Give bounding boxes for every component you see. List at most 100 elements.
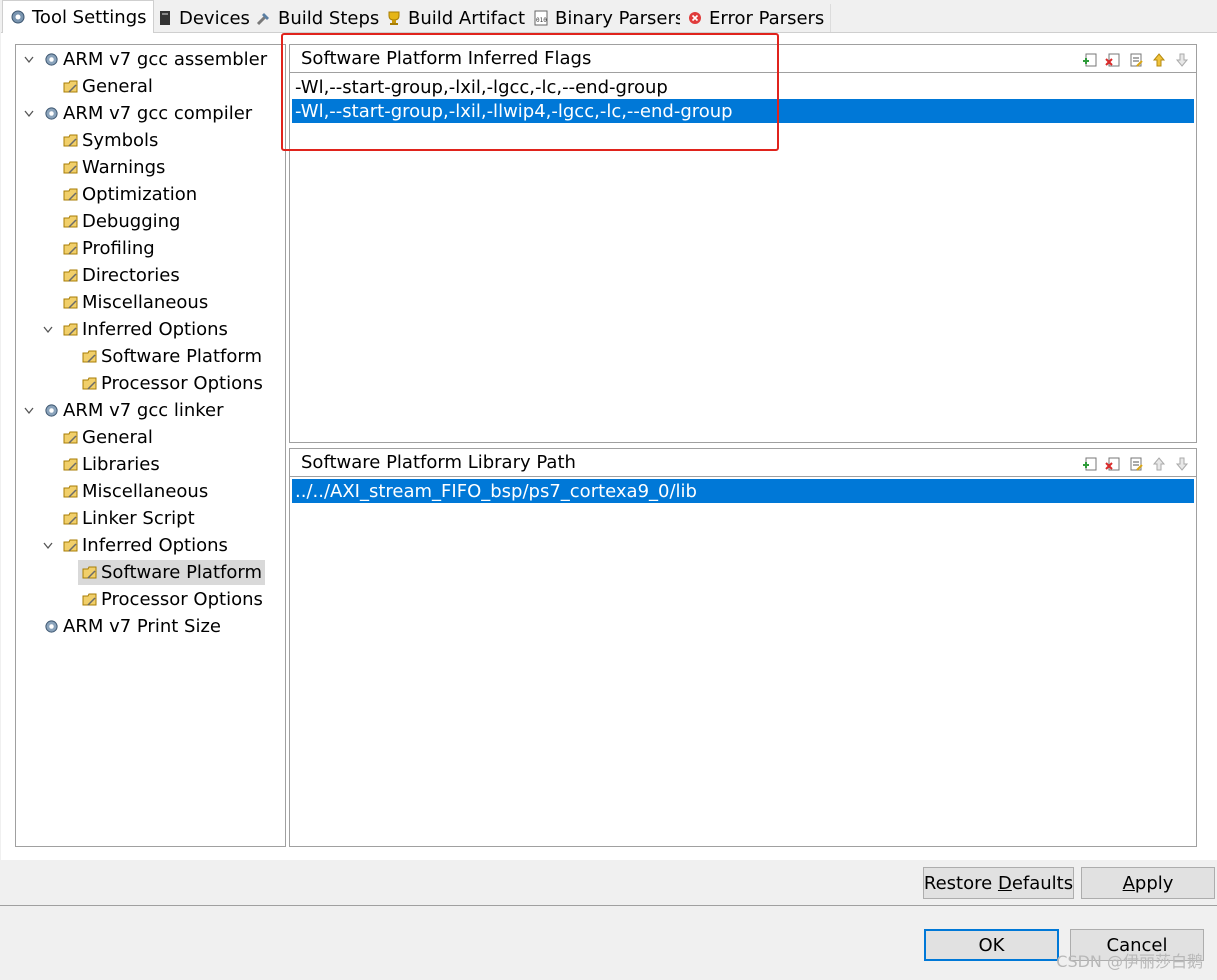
move-down-icon[interactable]: [1173, 455, 1190, 472]
tree-item[interactable]: ARM v7 gcc assembler: [40, 47, 270, 72]
ok-button[interactable]: OK: [924, 929, 1059, 961]
tree-item-label: ARM v7 gcc assembler: [63, 49, 268, 70]
ok-label: OK: [978, 934, 1005, 956]
tab-devices[interactable]: Devices: [150, 4, 257, 32]
option-category-icon: [62, 186, 79, 203]
option-category-icon: [62, 78, 79, 95]
tab-label: Binary Parsers: [555, 7, 685, 29]
tool-icon: [43, 51, 60, 68]
tree-item[interactable]: Symbols: [59, 128, 161, 153]
tree-item[interactable]: General: [59, 425, 156, 450]
inferred-flags-toolbar: [1081, 51, 1190, 68]
tab-build-artifact[interactable]: Build Artifact: [379, 4, 532, 32]
tree-item[interactable]: ARM v7 gcc linker: [40, 398, 227, 423]
option-category-icon: [62, 429, 79, 446]
option-category-icon: [62, 294, 79, 311]
tree-item[interactable]: Directories: [59, 263, 183, 288]
svg-text:010: 010: [536, 17, 547, 24]
tree-item-label: Miscellaneous: [82, 292, 209, 313]
option-category-icon: [62, 267, 79, 284]
tree-item-label: ARM v7 gcc linker: [63, 400, 224, 421]
edit-icon[interactable]: [1127, 51, 1144, 68]
error-icon: [686, 9, 704, 27]
tree-item[interactable]: Profiling: [59, 236, 158, 261]
tree-item[interactable]: ARM v7 gcc compiler: [40, 101, 255, 126]
tree-item-label: General: [82, 76, 153, 97]
option-category-icon: [62, 456, 79, 473]
tree-item[interactable]: Miscellaneous: [59, 290, 211, 315]
tool-icon: [43, 618, 60, 635]
option-category-icon: [81, 375, 98, 392]
tree-item-label: Libraries: [82, 454, 160, 475]
tree-item-label: Inferred Options: [82, 535, 228, 556]
tree-item-label: Directories: [82, 265, 180, 286]
delete-icon[interactable]: [1104, 455, 1121, 472]
tree-expander-icon[interactable]: [22, 53, 36, 67]
tree-item-label: Software Platform: [101, 346, 262, 367]
tree-item[interactable]: General: [59, 74, 156, 99]
move-up-icon[interactable]: [1150, 51, 1167, 68]
tree-item-label: General: [82, 427, 153, 448]
delete-icon[interactable]: [1104, 51, 1121, 68]
tree-item-label: Optimization: [82, 184, 198, 205]
tree-item-label: Processor Options: [101, 373, 263, 394]
tab-label: Build Steps: [278, 7, 380, 29]
tree-item[interactable]: ARM v7 Print Size: [40, 614, 224, 639]
tree-item[interactable]: Inferred Options: [59, 533, 231, 558]
build-steps-icon: [255, 9, 273, 27]
option-category-icon: [62, 159, 79, 176]
tool-icon: [43, 105, 60, 122]
library-path-title: Software Platform Library Path: [301, 452, 576, 473]
tree-expander-icon[interactable]: [41, 323, 55, 337]
tree-item[interactable]: Processor Options: [78, 587, 266, 612]
option-category-icon: [62, 537, 79, 554]
tree-item-label: Symbols: [82, 130, 159, 151]
tree-item-label: Warnings: [82, 157, 166, 178]
option-category-icon: [81, 591, 98, 608]
apply-label: Apply: [1122, 872, 1174, 894]
tree-item[interactable]: Software Platform: [78, 344, 265, 369]
option-category-icon: [62, 510, 79, 527]
tab-bar: Tool Settings Devices Build Steps Build …: [0, 0, 1217, 33]
option-category-icon: [62, 321, 79, 338]
tree-item[interactable]: Libraries: [59, 452, 163, 477]
list-item[interactable]: -Wl,--start-group,-lxil,-llwip4,-lgcc,-l…: [292, 99, 1194, 123]
inferred-flags-title: Software Platform Inferred Flags: [301, 48, 592, 69]
tree-expander-icon[interactable]: [22, 404, 36, 418]
option-category-icon: [62, 483, 79, 500]
list-item[interactable]: ../../AXI_stream_FIFO_bsp/ps7_cortexa9_0…: [292, 479, 1194, 503]
tree-item[interactable]: Processor Options: [78, 371, 266, 396]
library-path-list: Software Platform Library Path ../../AXI…: [289, 448, 1197, 847]
option-category-icon: [62, 240, 79, 257]
list-item[interactable]: -Wl,--start-group,-lxil,-lgcc,-lc,--end-…: [292, 75, 1194, 99]
tree-item[interactable]: Miscellaneous: [59, 479, 211, 504]
tree-item[interactable]: Warnings: [59, 155, 168, 180]
tree-item[interactable]: Inferred Options: [59, 317, 231, 342]
tree-item[interactable]: Linker Script: [59, 506, 198, 531]
add-icon[interactable]: [1081, 455, 1098, 472]
tree-item-label: Profiling: [82, 238, 155, 259]
binary-icon: 010: [532, 9, 550, 27]
tree-item[interactable]: Software Platform: [78, 560, 265, 585]
tool-settings-tree[interactable]: ARM v7 gcc assembler General ARM v7 gcc co…: [15, 44, 286, 847]
tab-error-parsers[interactable]: Error Parsers: [680, 4, 832, 32]
tab-binary-parsers[interactable]: 010 Binary Parsers: [526, 4, 692, 32]
apply-button[interactable]: Apply: [1081, 867, 1215, 899]
edit-icon[interactable]: [1127, 455, 1144, 472]
trophy-icon: [385, 9, 403, 27]
tree-item-label: Linker Script: [82, 508, 195, 529]
tree-item[interactable]: Debugging: [59, 209, 183, 234]
tree-expander-icon[interactable]: [22, 107, 36, 121]
tab-build-steps[interactable]: Build Steps: [249, 4, 387, 32]
move-up-icon[interactable]: [1150, 455, 1167, 472]
tab-label: Error Parsers: [709, 7, 825, 29]
add-icon[interactable]: [1081, 51, 1098, 68]
tree-expander-icon[interactable]: [41, 539, 55, 553]
move-down-icon[interactable]: [1173, 51, 1190, 68]
tree-item-label: ARM v7 gcc compiler: [63, 103, 253, 124]
device-icon: [156, 9, 174, 27]
tree-item[interactable]: Optimization: [59, 182, 200, 207]
tool-settings-icon: [9, 8, 27, 26]
restore-defaults-button[interactable]: Restore Defaults: [923, 867, 1074, 899]
tab-tool-settings[interactable]: Tool Settings: [2, 0, 154, 33]
